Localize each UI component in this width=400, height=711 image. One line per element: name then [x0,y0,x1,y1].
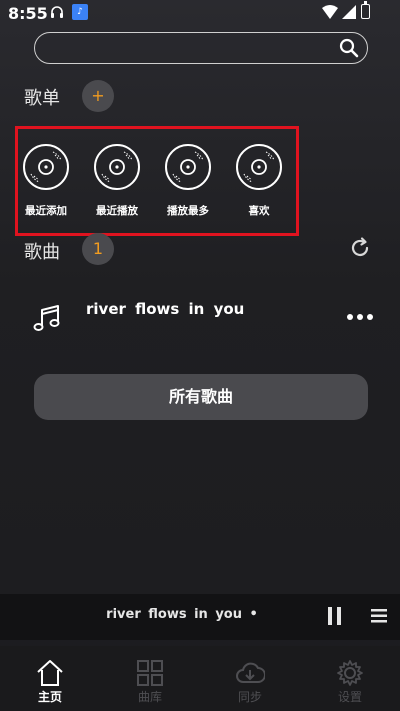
status-bar: 8:55 ♪ [0,0,400,26]
playlist-highlight-box: 最近添加 最近播放 播放最多 喜欢 [15,126,299,236]
song-count-badge: 1 [82,233,114,265]
wifi-icon [322,5,338,19]
search-icon[interactable] [339,38,359,58]
cloud-download-icon [236,662,265,683]
playlist-most-played[interactable]: 播放最多 [162,143,218,217]
song-list-item[interactable]: river flows in you [0,292,400,352]
songs-label: 歌曲 [24,242,60,263]
playlist-label: 喜欢 [248,205,270,217]
home-icon [37,660,63,686]
refresh-icon[interactable] [348,236,372,260]
all-songs-button[interactable]: 所有歌曲 [34,374,368,420]
playlist-label: 最近播放 [96,205,138,217]
headset-icon [51,6,63,18]
disc-icon [236,144,282,190]
now-playing-title: river flows in you • [106,607,258,622]
battery-icon [361,1,370,19]
playlist-label: 播放最多 [167,205,209,217]
grid-icon [137,660,163,686]
nav-home[interactable]: 主页 [0,646,100,711]
nav-label: 主页 [37,690,62,704]
nav-label: 曲库 [137,690,162,704]
pause-icon[interactable] [327,606,343,626]
signal-icon [342,5,356,19]
playlist-recently-added[interactable]: 最近添加 [20,143,76,217]
search-input[interactable] [49,37,333,61]
nav-settings[interactable]: 设置 [300,646,400,711]
playlist-label: 最近添加 [25,205,67,217]
playlist-favorites[interactable]: 喜欢 [233,143,289,217]
nav-label: 设置 [337,690,362,704]
playlist-recently-played[interactable]: 最近播放 [91,143,147,217]
app-screen: 8:55 ♪ 歌单 + 最近添加 最近播放 播放最多 喜欢 歌曲 1 river… [0,0,400,711]
status-time: 8:55 [8,4,48,23]
music-note-icon [33,305,60,331]
mini-player[interactable]: river flows in you • [0,594,400,640]
queue-list-icon[interactable] [371,608,387,624]
nav-label: 同步 [237,690,262,704]
disc-icon [165,144,211,190]
search-bar[interactable] [34,32,368,64]
nav-sync[interactable]: 同步 [200,646,300,711]
song-title: river flows in you [86,300,245,318]
more-options-icon[interactable] [346,312,374,322]
nav-library[interactable]: 曲库 [100,646,200,711]
add-playlist-button[interactable]: + [82,80,114,112]
app-notification-icon: ♪ [72,4,88,20]
disc-icon [94,144,140,190]
disc-icon [23,144,69,190]
bottom-navigation: 主页 曲库 同步 设置 [0,646,400,711]
gear-icon [337,660,363,686]
playlists-label: 歌单 [24,88,60,109]
